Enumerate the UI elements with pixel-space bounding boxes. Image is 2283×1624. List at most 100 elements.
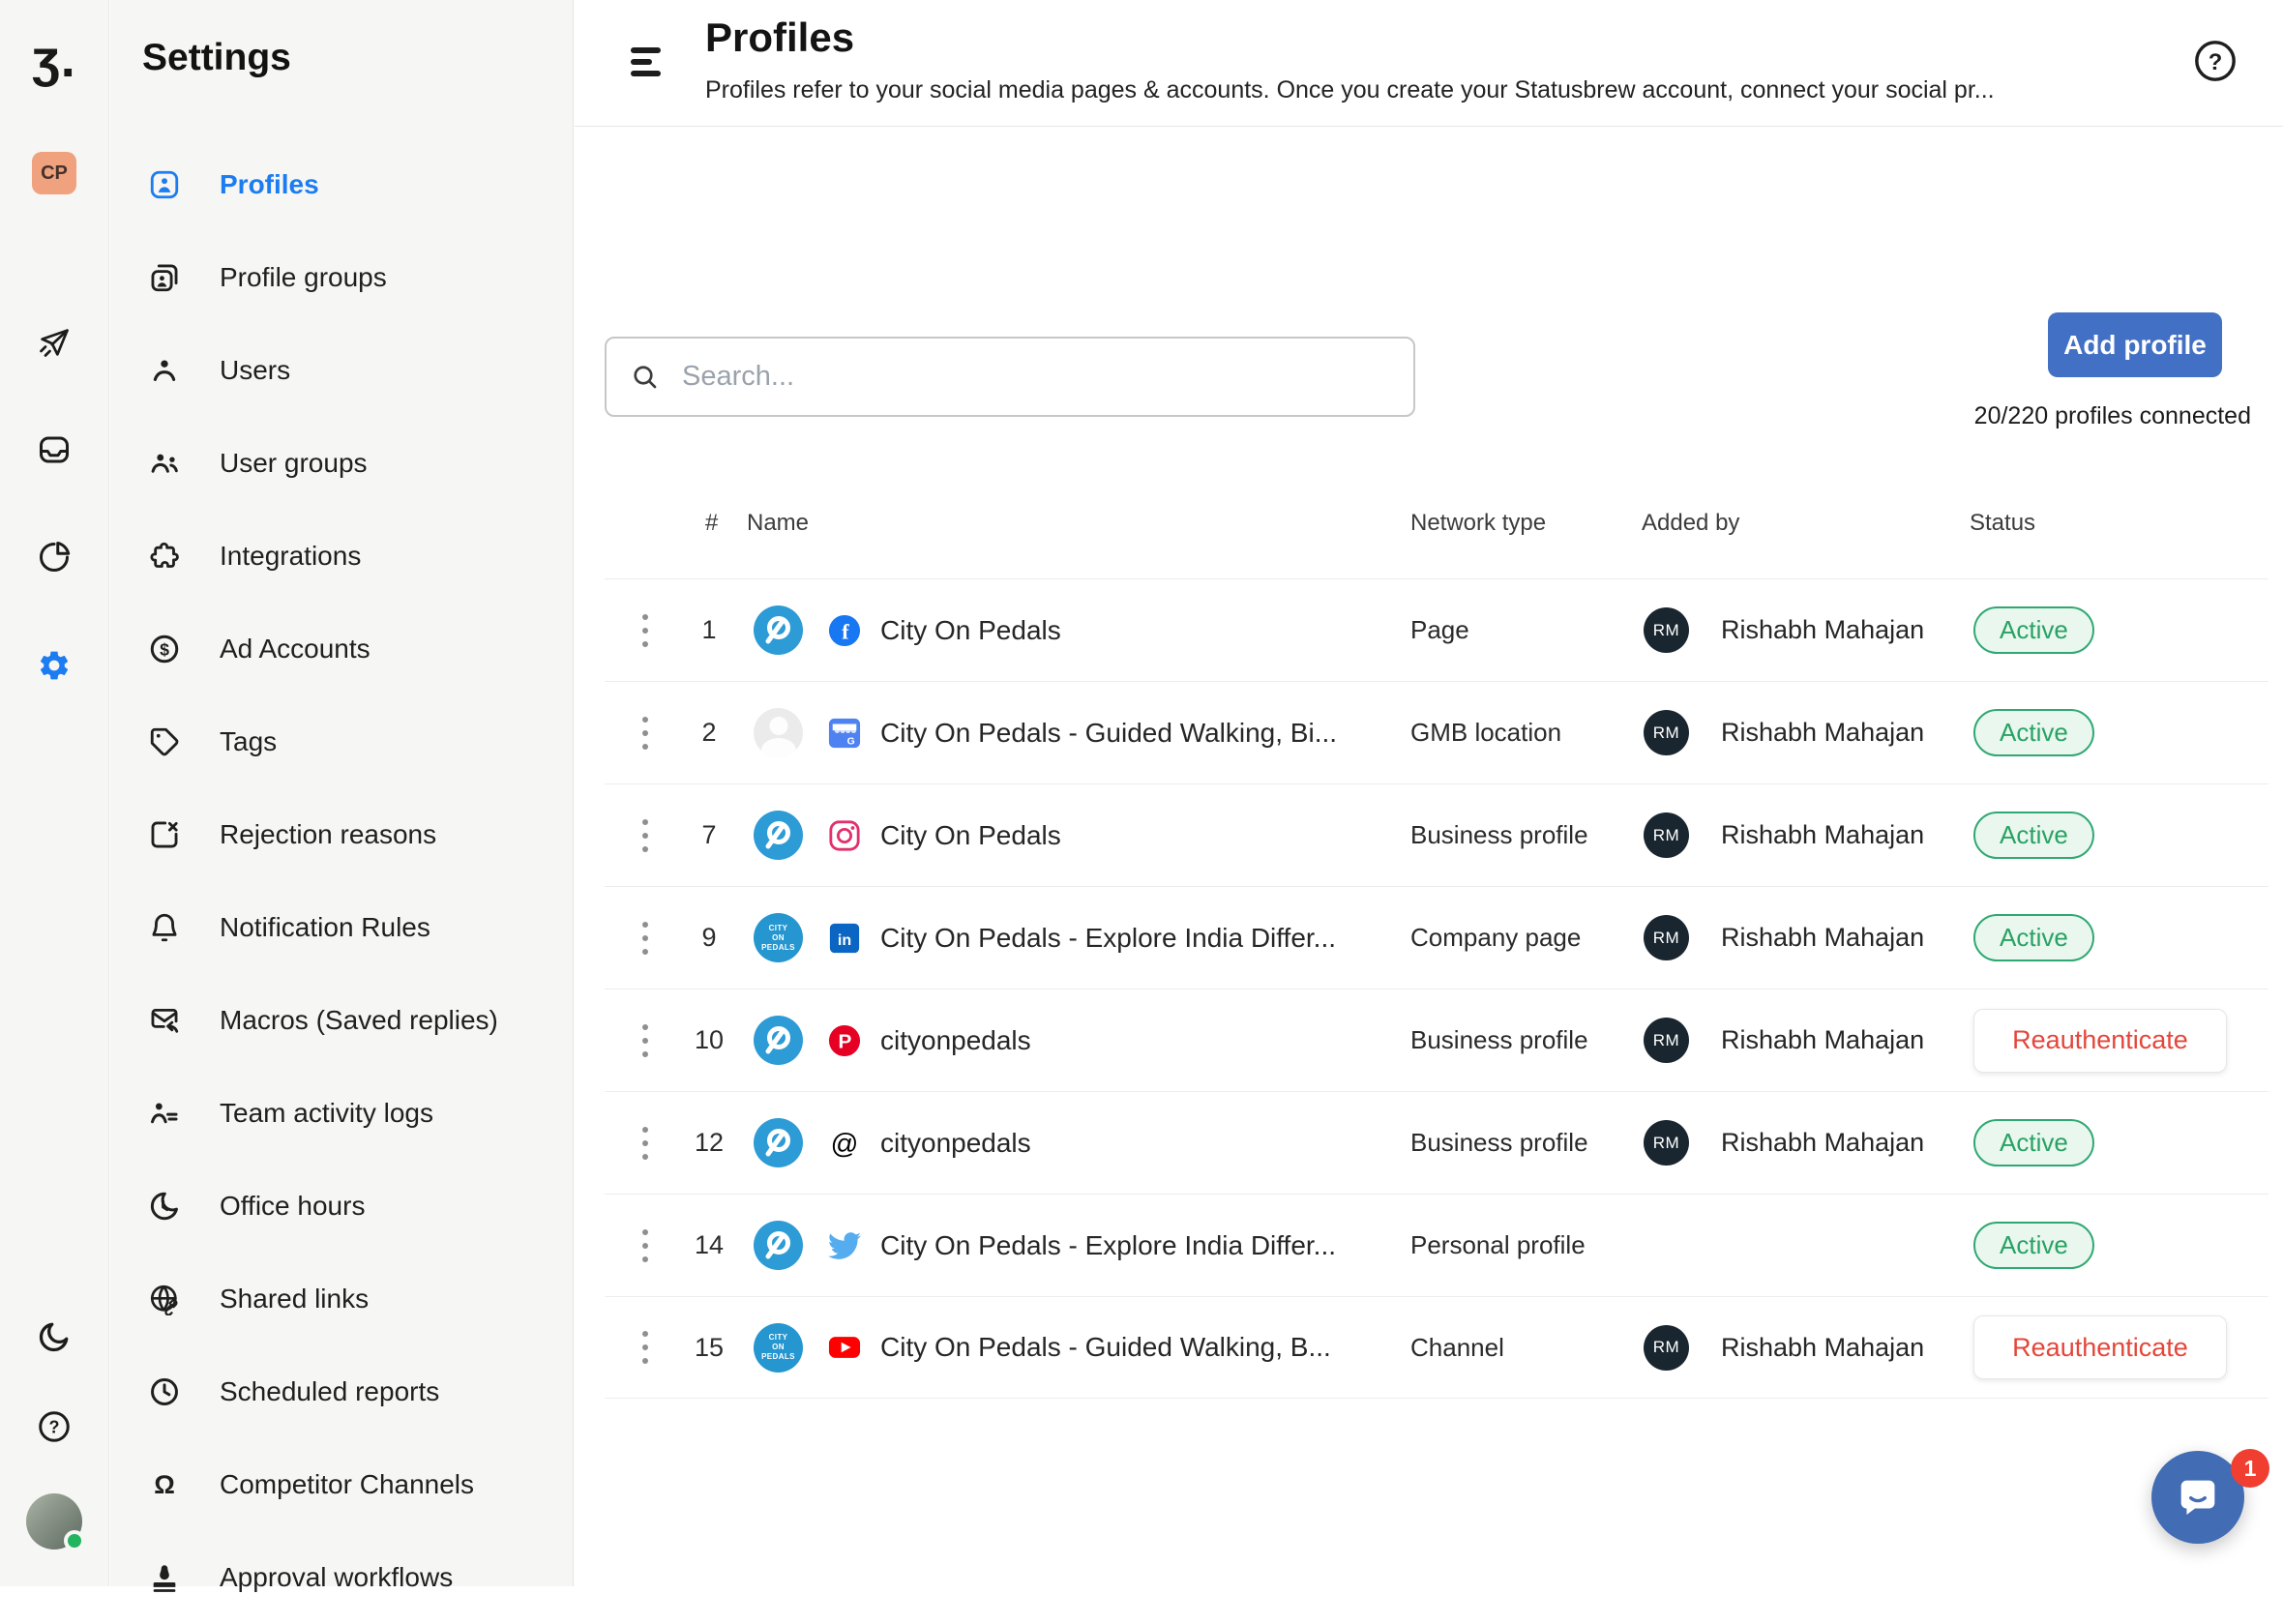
bust-icon: Ω [146, 1466, 183, 1503]
workspace-badge[interactable]: CP [32, 152, 76, 194]
sidebar-item-office-hours[interactable]: Office hours [110, 1160, 573, 1253]
status-badge: Active [1973, 606, 2094, 654]
table-row[interactable]: 10 P cityonpedals Business profile RM Ri… [605, 989, 2268, 1091]
profile-avatar-placeholder [754, 708, 803, 757]
settings-gear-icon[interactable] [35, 646, 74, 685]
sidebar-item-team-activity-logs[interactable]: Team activity logs [110, 1067, 573, 1160]
dark-mode-moon-icon[interactable] [35, 1317, 74, 1356]
table-row[interactable]: 9 CITY ON PEDALS in City On Pedals - Explo… [605, 886, 2268, 989]
add-profile-button[interactable]: Add profile [2048, 312, 2222, 377]
search-icon [634, 365, 657, 388]
person-activity-icon [146, 1095, 183, 1132]
page-title: Profiles [705, 15, 855, 60]
profile-avatar [754, 811, 803, 860]
profile-avatar [754, 1016, 803, 1065]
user-group-icon [146, 445, 183, 482]
statusbrew-logo: ʒ. [32, 30, 76, 88]
row-number: 1 [701, 615, 717, 644]
status-badge: Active [1973, 812, 2094, 859]
sidebar-item-notification-rules[interactable]: Notification Rules [110, 881, 573, 974]
reauthenticate-button[interactable]: Reauthenticate [1973, 1008, 2227, 1073]
network-type: Business profile [1410, 820, 1588, 849]
twitter-icon [828, 1229, 861, 1262]
row-menu-kebab-icon[interactable] [637, 818, 653, 852]
network-type: Business profile [1410, 1025, 1588, 1054]
sidebar-item-profile-groups[interactable]: Profile groups [110, 231, 573, 324]
sidebar-item-integrations[interactable]: Integrations [110, 510, 573, 603]
svg-text:P: P [839, 1030, 852, 1052]
sidebar-item-ad-accounts[interactable]: $ Ad Accounts [110, 603, 573, 695]
profile-cards-icon [146, 259, 183, 296]
svg-text:f: f [842, 619, 849, 643]
profile-name: City On Pedals - Explore India Differ... [880, 1229, 1337, 1260]
added-by-cell: RM Rishabh Mahajan [1644, 812, 1924, 858]
row-menu-kebab-icon[interactable] [637, 613, 653, 647]
row-menu-kebab-icon[interactable] [637, 1126, 653, 1160]
svg-text:@: @ [831, 1128, 859, 1159]
page-subtitle: Profiles refer to your social media page… [705, 76, 1995, 103]
profile-name: cityonpedals [880, 1127, 1031, 1158]
sidebar-item-label: Notification Rules [220, 912, 430, 942]
table-row[interactable]: 1 f City On Pedals Page RM Rishabh Mahaj… [605, 578, 2268, 681]
sidebar-item-user-groups[interactable]: User groups [110, 417, 573, 510]
sidebar-item-label: Users [220, 355, 291, 385]
search-input[interactable] [682, 361, 1390, 393]
sidebar-item-macros[interactable]: Macros (Saved replies) [110, 974, 573, 1067]
dollar-circle-icon: $ [146, 631, 183, 667]
row-menu-kebab-icon[interactable] [637, 1228, 653, 1262]
reports-pie-chart-icon[interactable] [35, 538, 74, 576]
stamp-icon [146, 1559, 183, 1596]
row-menu-kebab-icon[interactable] [637, 1331, 653, 1364]
bell-icon [146, 909, 183, 946]
sidebar-item-competitor-channels[interactable]: Ω Competitor Channels [110, 1438, 573, 1531]
table-row[interactable]: 7 City On Pedals Business profile RM Ris… [605, 783, 2268, 886]
svg-text:G: G [847, 736, 855, 747]
row-number: 12 [694, 1128, 725, 1157]
network-type: Personal profile [1410, 1230, 1586, 1259]
sidebar-item-users[interactable]: Users [110, 324, 573, 417]
sidebar-item-profiles[interactable]: Profiles [110, 138, 573, 231]
instagram-icon [828, 819, 861, 852]
table-row[interactable]: 15 CITY ON PEDALS City On Pedals - Guided … [605, 1296, 2268, 1399]
status-badge: Active [1973, 914, 2094, 961]
profile-name: City On Pedals [880, 614, 1061, 645]
added-by-name: Rishabh Mahajan [1721, 820, 1925, 849]
facebook-icon: f [828, 614, 861, 647]
publish-paper-plane-icon[interactable] [35, 323, 74, 362]
table-row[interactable]: 12 @ cityonpedals Business profile RM Ri… [605, 1091, 2268, 1194]
added-by-avatar: RM [1644, 710, 1689, 755]
added-by-cell: RM Rishabh Mahajan [1644, 1324, 1924, 1371]
reauthenticate-button[interactable]: Reauthenticate [1973, 1315, 2227, 1379]
inbox-icon[interactable] [35, 430, 74, 469]
sidebar-item-tags[interactable]: Tags [110, 695, 573, 788]
row-number: 7 [701, 820, 717, 849]
table-row[interactable]: 14 City On Pedals - Explore India Differ… [605, 1194, 2268, 1296]
sidebar-item-rejection-reasons[interactable]: Rejection reasons [110, 788, 573, 881]
profile-avatar [754, 1118, 803, 1167]
help-circle-icon[interactable]: ? [35, 1407, 74, 1446]
row-menu-kebab-icon[interactable] [637, 716, 653, 750]
profile-name: cityonpedals [880, 1024, 1031, 1055]
profile-avatar [754, 605, 803, 655]
menu-hamburger-icon[interactable] [631, 45, 669, 84]
envelope-reply-icon [146, 1002, 183, 1039]
sidebar-item-shared-links[interactable]: Shared links [110, 1253, 573, 1345]
added-by-avatar: RM [1644, 1018, 1689, 1063]
added-by-name: Rishabh Mahajan [1721, 718, 1925, 747]
sidebar-item-approval-workflows[interactable]: Approval workflows [110, 1531, 573, 1624]
row-menu-kebab-icon[interactable] [637, 1023, 653, 1057]
network-type: Channel [1410, 1332, 1504, 1362]
box-x-icon [146, 816, 183, 853]
added-by-name: Rishabh Mahajan [1721, 1025, 1925, 1054]
table-row[interactable]: 2 G City On Pedals - Guided Walking, Bi.… [605, 681, 2268, 783]
clock-icon [146, 1373, 183, 1410]
help-icon[interactable]: ? [2193, 39, 2238, 83]
threads-icon: @ [828, 1127, 861, 1160]
sidebar-item-scheduled-reports[interactable]: Scheduled reports [110, 1345, 573, 1438]
status-badge: Active [1973, 1222, 2094, 1269]
network-type: Company page [1410, 923, 1582, 952]
user-avatar[interactable] [26, 1493, 85, 1551]
row-menu-kebab-icon[interactable] [637, 921, 653, 955]
svg-text:?: ? [49, 1418, 60, 1437]
globe-link-icon [146, 1281, 183, 1317]
